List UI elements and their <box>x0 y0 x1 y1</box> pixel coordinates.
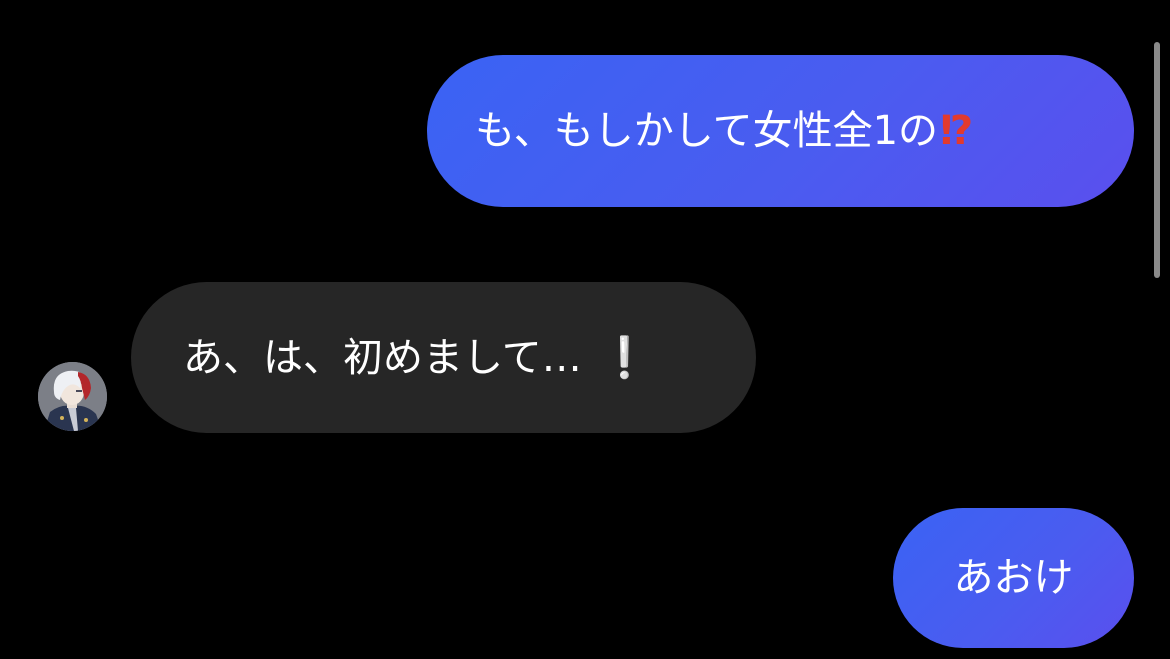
chat-thread: も、もしかして女性全1の ⁉ あ、は、初めまして… ❕ あおけ <box>0 0 1170 659</box>
exclamation-question-icon: ⁉ <box>940 108 974 154</box>
message-text: あ、は、初めまして… <box>183 334 582 381</box>
message-text: あおけ <box>953 555 1074 601</box>
anime-character-avatar-icon <box>38 362 107 431</box>
avatar[interactable] <box>38 362 107 431</box>
scrollbar[interactable] <box>1154 42 1160 278</box>
exclamation-icon: ❕ <box>599 334 650 381</box>
incoming-message-bubble[interactable]: あ、は、初めまして… ❕ <box>131 282 756 433</box>
outgoing-message-bubble[interactable]: も、もしかして女性全1の ⁉ <box>427 55 1134 207</box>
message-text: も、もしかして女性全1の <box>475 108 939 154</box>
outgoing-message-bubble[interactable]: あおけ <box>893 508 1134 648</box>
